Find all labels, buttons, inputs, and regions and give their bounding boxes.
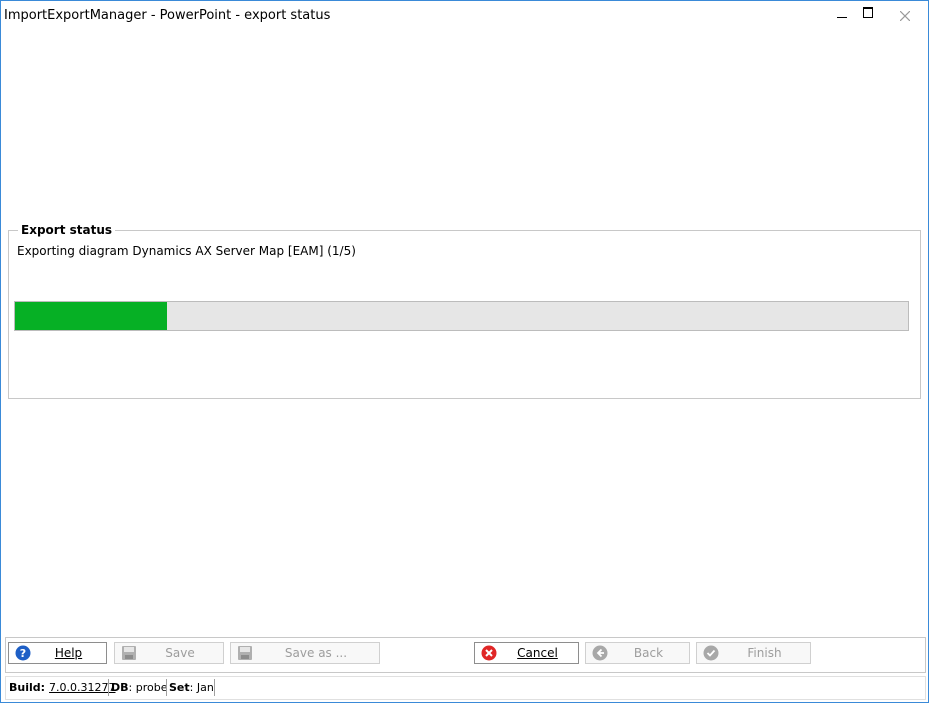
cancel-icon (481, 645, 497, 661)
back-arrow-icon (592, 645, 608, 661)
export-progress-bar (14, 301, 909, 331)
cancel-button-label: Cancel (517, 646, 558, 660)
save-as-button[interactable]: Save as ... (230, 642, 380, 664)
save-as-button-label: Save as ... (284, 646, 348, 660)
help-button-label: Help (54, 646, 83, 660)
back-button[interactable]: Back (585, 642, 690, 664)
app-window: ImportExportManager - PowerPoint - expor… (0, 0, 929, 703)
close-icon (900, 11, 910, 21)
help-icon: ? (15, 645, 31, 661)
checkmark-icon (703, 645, 719, 661)
save-icon (121, 645, 137, 661)
title-bar[interactable]: ImportExportManager - PowerPoint - expor… (1, 1, 928, 31)
minimize-icon (837, 16, 847, 18)
export-status-title: Export status (18, 223, 116, 237)
db-key: DB (111, 681, 129, 694)
save-button[interactable]: Save (114, 642, 224, 664)
status-separator (214, 679, 215, 696)
set-info: Set: Jan (169, 681, 214, 694)
finish-button-label: Finish (747, 646, 782, 660)
set-key: Set (169, 681, 190, 694)
maximize-button[interactable] (853, 1, 883, 31)
back-button-label: Back (633, 646, 664, 660)
save-button-label: Save (165, 646, 195, 660)
db-info: DB: probe (111, 681, 167, 694)
export-progress-fill (15, 302, 167, 330)
maximize-icon (863, 6, 873, 18)
window-title: ImportExportManager - PowerPoint - expor… (4, 8, 331, 23)
save-as-icon (237, 645, 253, 661)
build-info: Build: 7.0.0.31277 (9, 681, 116, 694)
set-value: : Jan (189, 681, 214, 694)
status-separator (166, 679, 167, 696)
finish-button[interactable]: Finish (696, 642, 811, 664)
export-status-message: Exporting diagram Dynamics AX Server Map… (17, 244, 356, 258)
status-bar: Build: 7.0.0.31277 DB: probe Set: Jan (5, 676, 926, 700)
build-key: Build: (9, 681, 46, 694)
status-separator (108, 679, 109, 696)
svg-text:?: ? (20, 647, 26, 660)
cancel-button[interactable]: Cancel (474, 642, 579, 664)
help-button[interactable]: ? Help (8, 642, 107, 664)
close-button[interactable] (885, 1, 925, 31)
db-value: : probe (128, 681, 168, 694)
build-version-link[interactable]: 7.0.0.31277 (49, 681, 115, 694)
